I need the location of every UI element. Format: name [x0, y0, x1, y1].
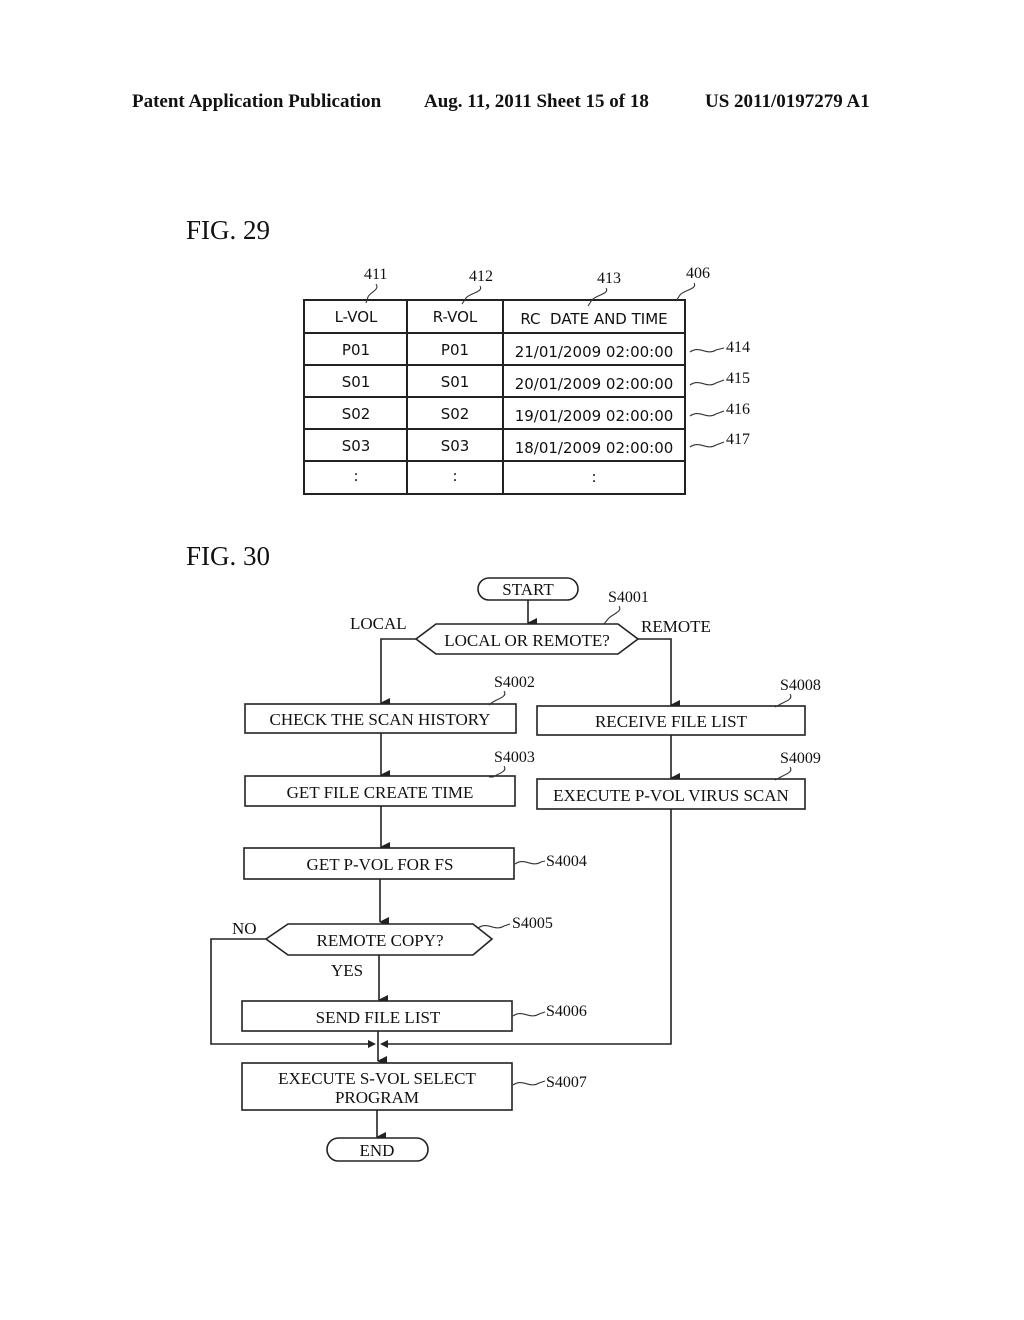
table-cell: S01	[441, 373, 470, 391]
leader-line	[774, 766, 792, 781]
leader-line	[675, 282, 696, 302]
ref-label-s4005: S4005	[512, 915, 553, 932]
fig29-title: FIG. 29	[186, 215, 270, 245]
leader-line	[689, 379, 725, 386]
table-row: : : :	[353, 467, 596, 486]
step-s4003-label: GET FILE CREATE TIME	[287, 783, 474, 802]
table-cell: :	[591, 468, 596, 486]
start-label: START	[502, 580, 554, 599]
header-publication: Patent Application Publication	[132, 91, 382, 112]
table-cell: S02	[342, 405, 371, 423]
ref-label: 412	[469, 268, 493, 285]
table-cell: P01	[441, 341, 469, 359]
fig29-table: L-VOL R-VOL RC DATE AND TIME P01 P01 21/…	[303, 299, 686, 495]
table-cell: S02	[441, 405, 470, 423]
patent-sheet: Patent Application Publication Aug. 11, …	[132, 91, 870, 1162]
decision-local-or-remote-label: LOCAL OR REMOTE?	[444, 631, 610, 650]
ref-label: 415	[726, 370, 750, 387]
step-s4002-label: CHECK THE SCAN HISTORY	[270, 710, 491, 729]
ref-label-s4003: S4003	[494, 749, 535, 766]
arrow-remote	[638, 638, 680, 710]
ref-label: 416	[726, 401, 750, 418]
branch-label-no: NO	[232, 919, 257, 938]
table-cell: S03	[342, 437, 371, 455]
ref-label-s4007: S4007	[546, 1074, 587, 1091]
fig30-title: FIG. 30	[186, 541, 270, 571]
branch-label-remote: REMOTE	[641, 617, 711, 636]
ref-label: 414	[726, 339, 750, 356]
leader-line	[774, 693, 792, 708]
ref-label-s4009: S4009	[780, 750, 821, 767]
ref-label-s4001: S4001	[608, 589, 649, 606]
column-header-r-vol: R-VOL	[433, 308, 478, 326]
ref-label-s4008: S4008	[780, 677, 821, 694]
header-patent-number: US 2011/0197279 A1	[705, 91, 870, 112]
end-label: END	[360, 1141, 395, 1160]
leader-line	[689, 347, 725, 353]
step-s4004-label: GET P-VOL FOR FS	[307, 855, 454, 874]
header-date-sheet: Aug. 11, 2011 Sheet 15 of 18	[424, 91, 649, 112]
leader-line	[689, 441, 725, 448]
step-s4008-label: RECEIVE FILE LIST	[595, 712, 748, 731]
ref-label-s4006: S4006	[546, 1003, 587, 1020]
leader-line	[461, 285, 482, 305]
leader-line	[477, 923, 511, 929]
table-cell: 18/01/2009 02:00:00	[515, 439, 674, 457]
leader-line	[488, 690, 506, 706]
table-row: P01 P01 21/01/2009 02:00:00	[342, 341, 673, 361]
step-s4007-label-line1: EXECUTE S-VOL SELECT	[278, 1069, 476, 1088]
ref-label-table: 406	[686, 265, 710, 282]
table-cell: S01	[342, 373, 371, 391]
table-row: S02 S02 19/01/2009 02:00:00	[342, 405, 674, 425]
table-cell: P01	[342, 341, 370, 359]
step-s4009-label: EXECUTE P-VOL VIRUS SCAN	[553, 786, 789, 805]
table-row: S01 S01 20/01/2009 02:00:00	[342, 373, 674, 393]
table-cell: :	[353, 467, 358, 485]
branch-label-yes: YES	[331, 961, 363, 980]
leader-line	[512, 1080, 546, 1086]
arrow-local	[380, 638, 416, 708]
leader-line	[689, 410, 725, 417]
ref-label-s4004: S4004	[546, 853, 587, 870]
table-cell: :	[452, 467, 457, 485]
leader-line	[603, 605, 621, 625]
step-s4006-label: SEND FILE LIST	[316, 1008, 441, 1027]
column-header-l-vol: L-VOL	[335, 308, 378, 326]
table-row: S03 S03 18/01/2009 02:00:00	[342, 437, 674, 457]
table-cell: 21/01/2009 02:00:00	[515, 343, 674, 361]
column-header-rc-date-time: RC DATE AND TIME	[520, 310, 667, 328]
table-cell: 19/01/2009 02:00:00	[515, 407, 674, 425]
ref-label-s4002: S4002	[494, 674, 535, 691]
fig30-flowchart: START LOCAL OR REMOTE? S4001 LOCAL REMOT…	[210, 577, 821, 1162]
table-cell: S03	[441, 437, 470, 455]
leader-line	[514, 860, 546, 865]
step-s4007-label-line2: PROGRAM	[335, 1088, 419, 1107]
table-cell: 20/01/2009 02:00:00	[515, 375, 674, 393]
leader-line	[587, 287, 608, 307]
decision-remote-copy-label: REMOTE COPY?	[316, 931, 443, 950]
ref-label: 411	[364, 266, 387, 283]
branch-label-local: LOCAL	[350, 614, 407, 633]
leader-line	[512, 1011, 546, 1017]
ref-label: 413	[597, 270, 621, 287]
ref-label: 417	[726, 431, 750, 448]
